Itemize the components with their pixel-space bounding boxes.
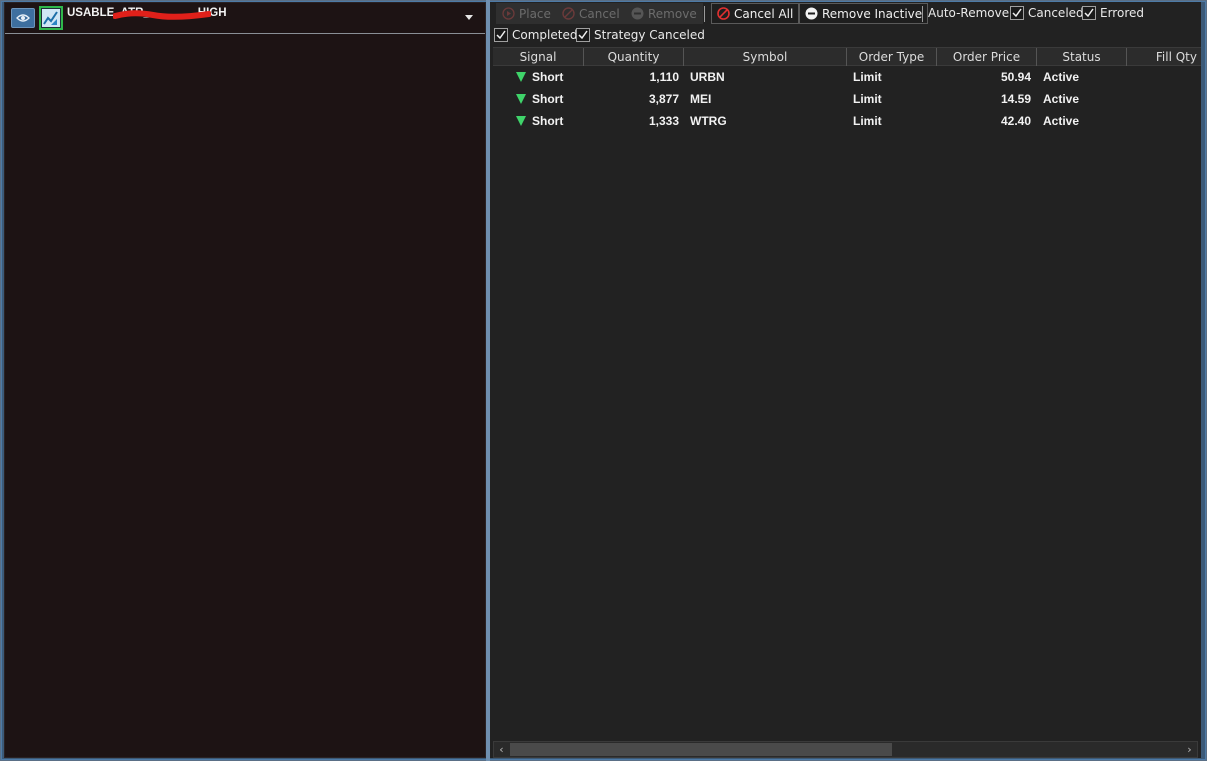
column-header-symbol[interactable]: Symbol xyxy=(684,48,847,66)
orders-grid-header: Signal Quantity Symbol Order Type Order … xyxy=(493,47,1201,66)
chevron-down-icon[interactable] xyxy=(465,15,473,20)
completed-checkbox[interactable]: Completed xyxy=(494,28,577,42)
remove-inactive-icon xyxy=(805,7,818,20)
cell-order-type: Limit xyxy=(853,70,882,84)
cell-symbol: MEI xyxy=(690,92,712,106)
check-icon xyxy=(1082,6,1096,20)
column-header-quantity[interactable]: Quantity xyxy=(584,48,684,66)
orders-grid-body: Short 1,110 URBN Limit 50.94 Active Shor… xyxy=(493,66,1201,740)
strategy-canceled-checkbox[interactable]: Strategy Canceled xyxy=(576,28,705,42)
column-header-order-price[interactable]: Order Price xyxy=(937,48,1037,66)
cell-order-type: Limit xyxy=(853,92,882,106)
remove-inactive-button[interactable]: Remove Inactive xyxy=(799,3,929,24)
cell-order-price: 50.94 xyxy=(1000,70,1031,84)
column-header-signal[interactable]: Signal xyxy=(493,48,584,66)
scroll-right-icon[interactable]: › xyxy=(1182,742,1197,757)
column-header-order-type[interactable]: Order Type xyxy=(847,48,937,66)
short-signal-icon xyxy=(516,116,526,126)
table-row[interactable]: Short 3,877 MEI Limit 14.59 Active xyxy=(493,88,1201,110)
remove-icon xyxy=(631,7,644,20)
redaction-mark xyxy=(113,10,211,20)
check-icon xyxy=(1010,6,1024,20)
cancel-all-button[interactable]: Cancel All xyxy=(711,3,800,24)
cell-status: Active xyxy=(1043,114,1080,128)
table-row[interactable]: Short 1,333 WTRG Limit 42.40 Active xyxy=(493,110,1201,132)
short-signal-icon xyxy=(516,94,526,104)
place-button[interactable]: Place xyxy=(496,3,557,24)
short-signal-icon xyxy=(516,72,526,82)
cell-order-price: 14.59 xyxy=(1000,92,1031,106)
cell-signal: Short xyxy=(532,70,564,84)
cancel-icon xyxy=(562,7,575,20)
cell-signal: Short xyxy=(532,114,564,128)
cell-status: Active xyxy=(1043,92,1080,106)
horizontal-scrollbar[interactable]: ‹ › xyxy=(493,741,1198,758)
remove-button[interactable]: Remove xyxy=(625,3,703,24)
orders-pane: Place Cancel Remove Cancel All Remove In… xyxy=(490,2,1201,758)
auto-remove-label: Auto-Remove: xyxy=(928,6,1014,20)
cell-status: Active xyxy=(1043,70,1080,84)
canceled-checkbox[interactable]: Canceled xyxy=(1010,6,1084,20)
toolbar-separator xyxy=(704,6,705,22)
cell-order-price: 42.40 xyxy=(1000,114,1031,128)
eye-icon[interactable] xyxy=(11,8,35,28)
cell-symbol: URBN xyxy=(690,70,725,84)
play-icon xyxy=(502,7,515,20)
strategy-chart-icon xyxy=(39,6,63,30)
cell-order-type: Limit xyxy=(853,114,882,128)
cell-signal: Short xyxy=(532,92,564,106)
check-icon xyxy=(576,28,590,42)
column-header-fill-qty[interactable]: Fill Qty xyxy=(1127,48,1201,66)
cell-quantity: 1,110 xyxy=(649,70,679,84)
strategy-pane: USABLE_ATR_ _HIGH xyxy=(4,2,486,758)
scrollbar-thumb[interactable] xyxy=(510,743,892,756)
orders-toolbar: Place Cancel Remove Cancel All Remove In… xyxy=(490,2,1201,46)
cell-symbol: WTRG xyxy=(690,114,727,128)
toolbar-separator xyxy=(922,6,923,22)
cancel-all-icon xyxy=(717,7,730,20)
cell-quantity: 3,877 xyxy=(648,92,679,106)
errored-checkbox[interactable]: Errored xyxy=(1082,6,1144,20)
column-header-status[interactable]: Status xyxy=(1037,48,1127,66)
check-icon xyxy=(494,28,508,42)
cell-quantity: 1,333 xyxy=(648,114,679,128)
table-row[interactable]: Short 1,110 URBN Limit 50.94 Active xyxy=(493,66,1201,88)
strategy-header[interactable]: USABLE_ATR_ _HIGH xyxy=(5,3,485,34)
scroll-left-icon[interactable]: ‹ xyxy=(494,742,509,757)
cancel-button[interactable]: Cancel xyxy=(556,3,626,24)
